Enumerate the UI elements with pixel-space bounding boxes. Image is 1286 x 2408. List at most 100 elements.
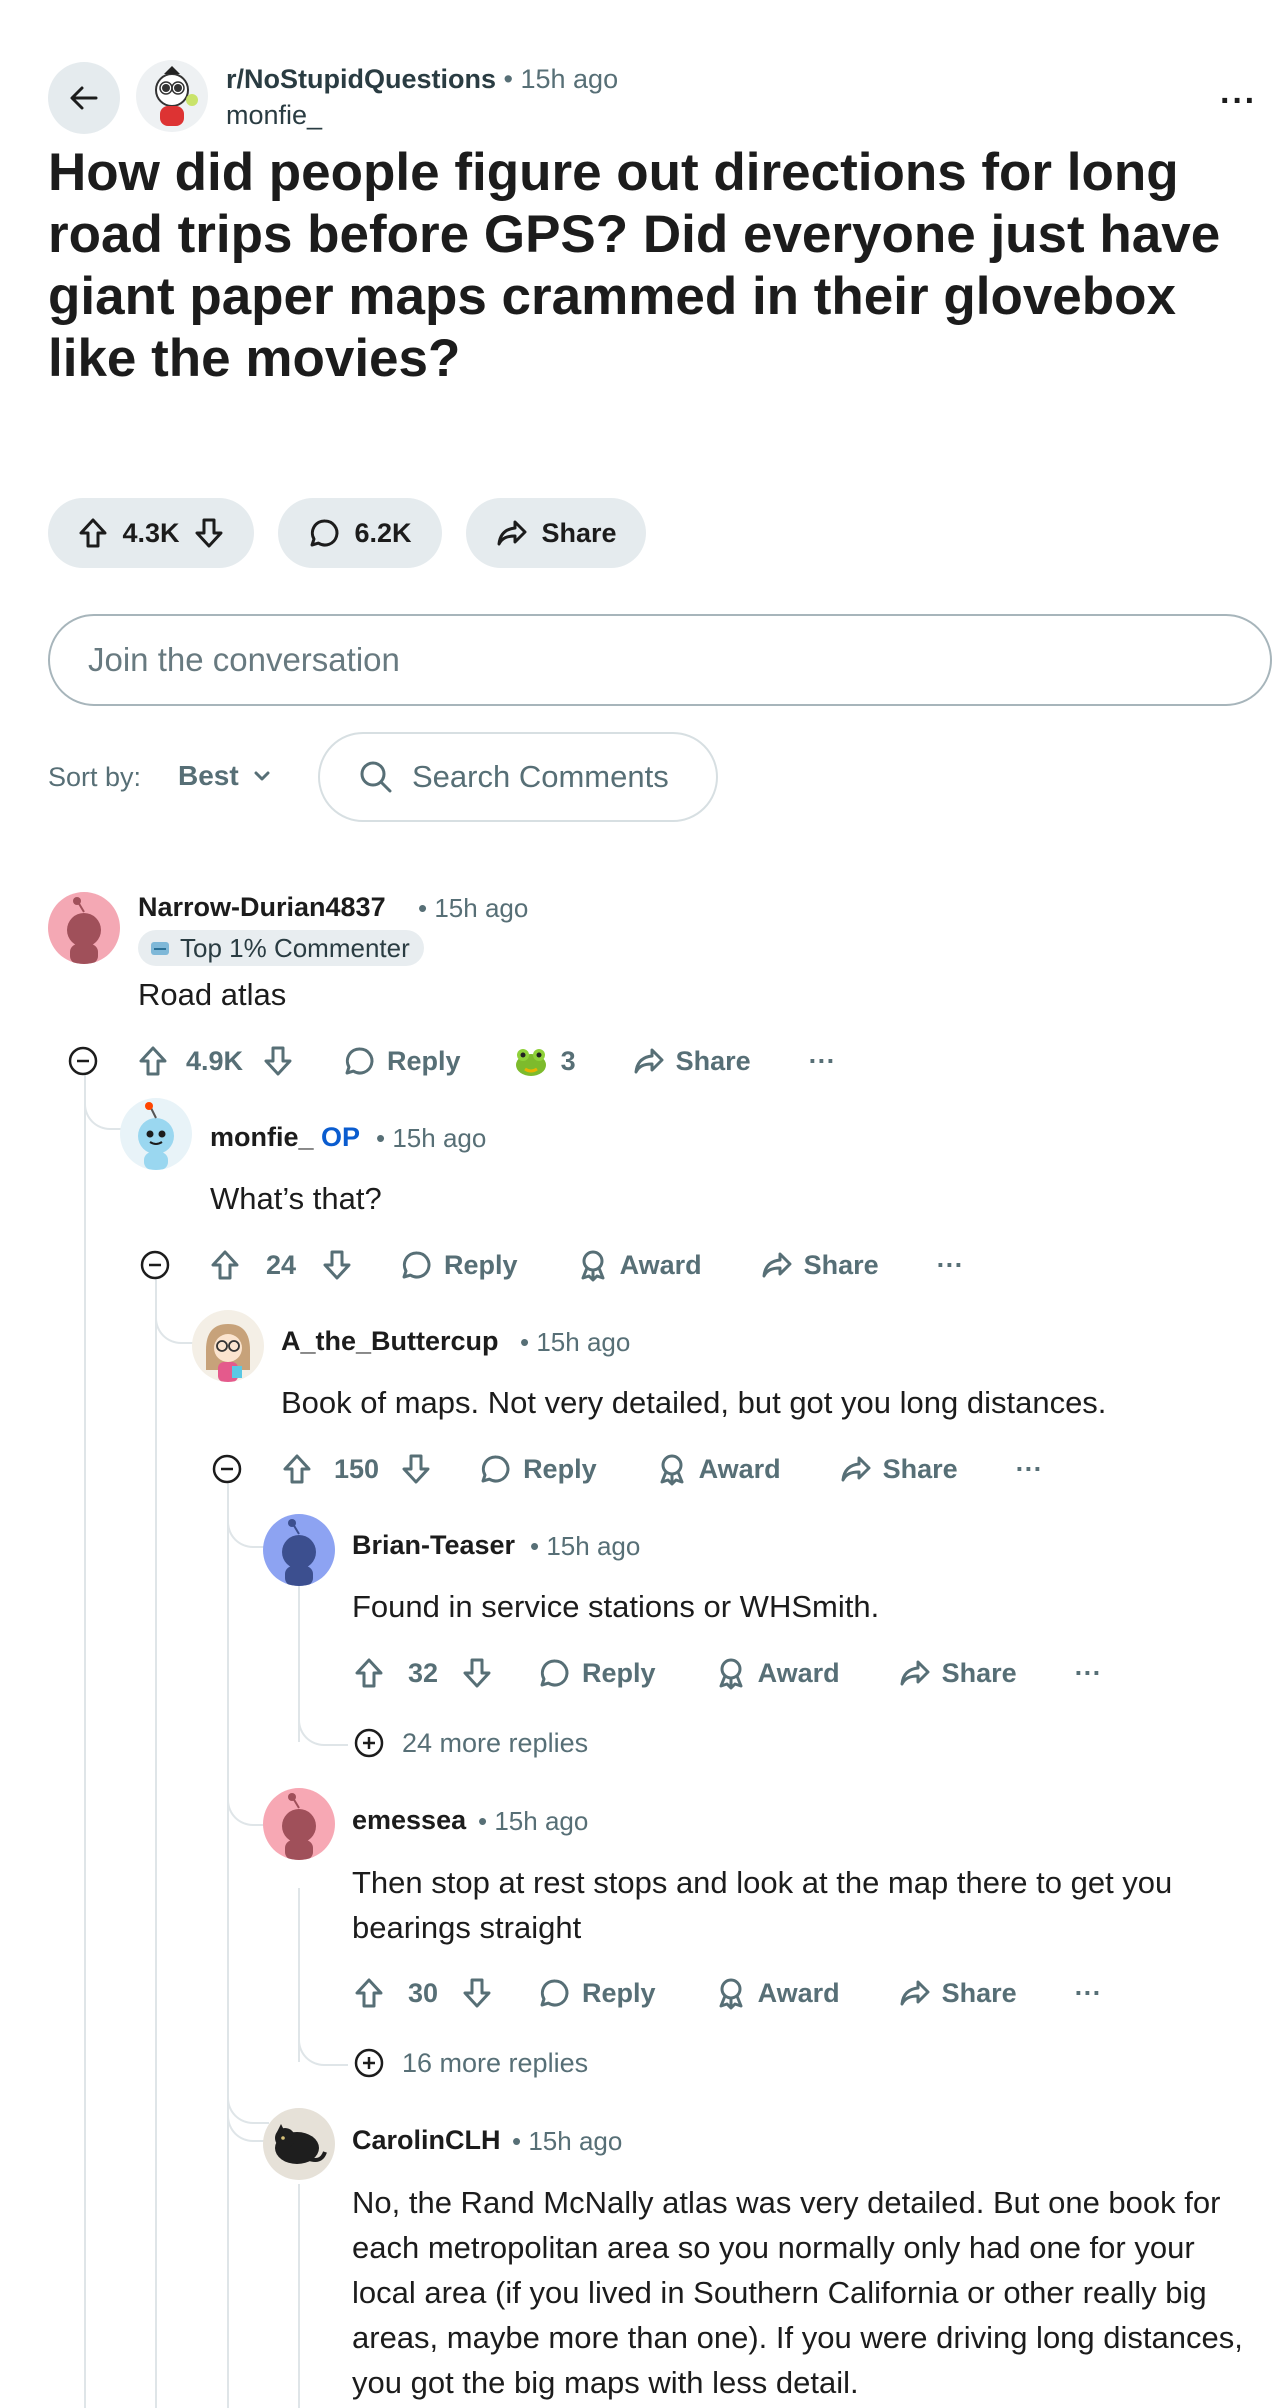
more-replies-link[interactable]: 24 more replies bbox=[352, 1726, 588, 1760]
join-conversation-input[interactable]: Join the conversation bbox=[48, 614, 1272, 706]
search-comments-input[interactable]: Search Comments bbox=[318, 732, 718, 822]
share-icon bbox=[900, 1660, 930, 1686]
award-icon bbox=[660, 1454, 684, 1486]
reply-button[interactable]: Reply bbox=[538, 1656, 656, 1690]
downvote-icon[interactable] bbox=[192, 516, 226, 550]
collapse-icon[interactable] bbox=[138, 1248, 172, 1282]
comment-body: Found in service stations or WHSmith. bbox=[352, 1589, 880, 1624]
share-icon bbox=[634, 1048, 664, 1074]
comment-author[interactable]: CarolinCLH bbox=[352, 2125, 501, 2156]
award-button[interactable]: Award bbox=[714, 1976, 840, 2010]
more-replies-link[interactable]: 16 more replies bbox=[352, 2046, 588, 2080]
awards-button[interactable]: 3 bbox=[511, 1041, 576, 1081]
vote-pill: 4.3K bbox=[48, 498, 254, 568]
award-frog-icon bbox=[515, 1049, 546, 1076]
share-button[interactable]: Share bbox=[898, 1656, 1017, 1690]
search-placeholder: Search Comments bbox=[412, 759, 669, 794]
share-button[interactable]: Share bbox=[632, 1044, 751, 1078]
award-icon bbox=[719, 1658, 743, 1690]
comment-icon bbox=[402, 1251, 431, 1279]
post-author[interactable]: monfie_ bbox=[226, 100, 322, 131]
more-options-button[interactable]: ··· bbox=[1016, 1454, 1043, 1485]
subreddit-avatar[interactable] bbox=[136, 60, 208, 132]
thread-connector bbox=[227, 1486, 269, 1548]
comment-vote-count: 150 bbox=[334, 1453, 380, 1484]
more-options-button[interactable]: ··· bbox=[1075, 1658, 1102, 1689]
award-button[interactable]: Award bbox=[655, 1452, 781, 1486]
comment-count: 6.2K bbox=[354, 517, 412, 548]
award-count: 3 bbox=[560, 1045, 576, 1076]
comment-body: Then stop at rest stops and look at the … bbox=[352, 1865, 1173, 1945]
reply-button[interactable]: Reply bbox=[538, 1976, 656, 2010]
more-options-button[interactable]: ··· bbox=[1075, 1978, 1102, 2009]
back-button[interactable] bbox=[48, 62, 120, 134]
downvote-icon[interactable] bbox=[261, 1044, 295, 1078]
upvote-icon[interactable] bbox=[76, 516, 110, 550]
share-button[interactable]: Share bbox=[839, 1452, 958, 1486]
comment-body: What’s that? bbox=[210, 1181, 382, 1216]
comment-icon bbox=[345, 1047, 374, 1075]
more-options-button[interactable]: ··· bbox=[809, 1046, 836, 1077]
arrow-left-icon bbox=[70, 86, 98, 110]
comments-button[interactable]: 6.2K bbox=[278, 498, 442, 568]
comment-author[interactable]: Narrow-Durian4837 bbox=[138, 892, 386, 923]
avatar[interactable] bbox=[120, 1098, 192, 1170]
share-icon bbox=[841, 1456, 871, 1482]
meta-dot: • bbox=[503, 64, 513, 94]
badge-icon bbox=[151, 942, 169, 955]
post-meta: r/NoStupidQuestions • 15h ago bbox=[226, 64, 618, 95]
comment-meta: • 15h ago bbox=[478, 1806, 589, 1836]
comment-time: 15h ago bbox=[494, 1806, 589, 1836]
upvote-icon[interactable] bbox=[136, 1044, 170, 1078]
sort-value: Best bbox=[178, 760, 239, 791]
comment-time: 15h ago bbox=[528, 2126, 623, 2156]
downvote-icon[interactable] bbox=[320, 1248, 354, 1282]
share-icon bbox=[497, 520, 527, 546]
post-time: 15h ago bbox=[520, 64, 619, 94]
award-button[interactable]: Award bbox=[714, 1656, 840, 1690]
more-options-button[interactable]: ··· bbox=[937, 1250, 964, 1281]
thread-line[interactable] bbox=[84, 1064, 86, 2408]
more-options-button[interactable]: ··· bbox=[1220, 82, 1257, 121]
sort-label: Sort by: bbox=[48, 762, 142, 792]
downvote-icon[interactable] bbox=[460, 1656, 494, 1690]
collapse-icon[interactable] bbox=[66, 1044, 100, 1078]
post-title: How did people figure out directions for… bbox=[48, 143, 1221, 388]
collapse-icon[interactable] bbox=[210, 1452, 244, 1486]
upvote-icon[interactable] bbox=[352, 1976, 386, 2010]
search-icon bbox=[360, 761, 392, 793]
thread-connector bbox=[298, 2020, 348, 2066]
comment-vote-count: 30 bbox=[408, 1977, 439, 2008]
comment-author[interactable]: Brian-Teaser bbox=[352, 1530, 515, 1561]
award-button[interactable]: Award bbox=[576, 1248, 702, 1282]
upvote-icon[interactable] bbox=[208, 1248, 242, 1282]
avatar[interactable] bbox=[263, 1788, 335, 1860]
downvote-icon[interactable] bbox=[460, 1976, 494, 2010]
commenter-badge: Top 1% Commenter bbox=[138, 930, 424, 966]
avatar[interactable] bbox=[192, 1310, 264, 1382]
upvote-icon[interactable] bbox=[352, 1656, 386, 1690]
subreddit-name[interactable]: r/NoStupidQuestions bbox=[226, 64, 496, 94]
reply-button[interactable]: Reply bbox=[479, 1452, 597, 1486]
comment-author[interactable]: emessea bbox=[352, 1805, 466, 1836]
thread-line[interactable] bbox=[227, 1474, 229, 2408]
avatar[interactable] bbox=[48, 892, 120, 964]
avatar[interactable] bbox=[263, 1514, 335, 1586]
share-button[interactable]: Share bbox=[466, 498, 646, 568]
sort-dropdown[interactable]: Best bbox=[178, 760, 273, 792]
thread-line[interactable] bbox=[155, 1270, 157, 2408]
share-button[interactable]: Share bbox=[898, 1976, 1017, 2010]
thread-line bbox=[298, 2184, 300, 2408]
reply-button[interactable]: Reply bbox=[400, 1248, 518, 1282]
share-button[interactable]: Share bbox=[760, 1248, 879, 1282]
upvote-icon[interactable] bbox=[280, 1452, 314, 1486]
comment-author[interactable]: A_the_Buttercup bbox=[281, 1326, 499, 1357]
thread-connector bbox=[155, 1282, 197, 1344]
avatar[interactable] bbox=[263, 2108, 335, 2180]
reply-button[interactable]: Reply bbox=[343, 1044, 461, 1078]
downvote-icon[interactable] bbox=[399, 1452, 433, 1486]
post-vote-count: 4.3K bbox=[122, 517, 180, 548]
comment-meta: • 15h ago bbox=[520, 1327, 631, 1357]
comment-body: No, the Rand McNally atlas was very deta… bbox=[352, 2185, 1243, 2400]
comment-icon bbox=[540, 1979, 569, 2007]
